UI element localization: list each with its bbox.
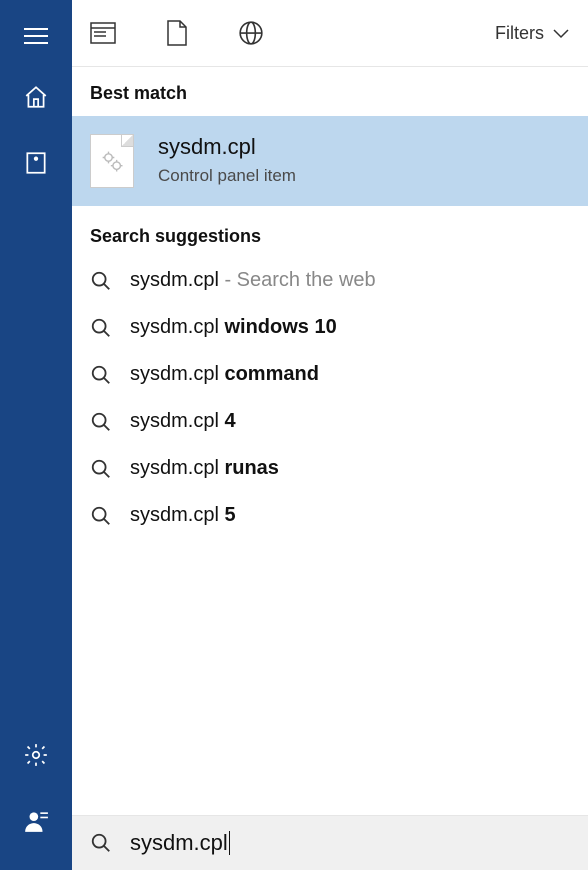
suggestion-item[interactable]: sysdm.cpl runas (72, 445, 588, 492)
suggestion-item[interactable]: sysdm.cpl 5 (72, 492, 588, 539)
tab-web-icon[interactable] (238, 20, 264, 46)
app-icon[interactable] (23, 150, 49, 176)
search-bar: sysdm.cpl (72, 815, 588, 870)
suggestion-item[interactable]: sysdm.cpl command (72, 351, 588, 398)
search-icon (90, 458, 112, 480)
search-input-wrap[interactable]: sysdm.cpl (130, 830, 570, 856)
tab-apps-icon[interactable] (90, 20, 116, 46)
best-match-subtitle: Control panel item (158, 166, 296, 186)
search-icon (90, 411, 112, 433)
suggestions-header: Search suggestions (72, 206, 588, 257)
suggestion-item[interactable]: sysdm.cpl - Search the web (72, 257, 588, 304)
text-caret (229, 831, 230, 855)
sidebar-bottom-group (23, 742, 49, 834)
main-panel: Filters Best match sysdm.cpl Control pan… (72, 0, 588, 870)
gear-icon[interactable] (23, 742, 49, 768)
home-icon[interactable] (23, 84, 49, 110)
suggestion-text: sysdm.cpl 5 (130, 504, 236, 527)
hamburger-icon[interactable] (24, 28, 48, 44)
filters-label: Filters (495, 23, 544, 44)
suggestion-text: sysdm.cpl command (130, 363, 319, 386)
user-icon[interactable] (23, 808, 49, 834)
tab-documents-icon[interactable] (164, 20, 190, 46)
best-match-title: sysdm.cpl (158, 134, 296, 160)
sidebar (0, 0, 72, 870)
suggestion-text: sysdm.cpl runas (130, 457, 279, 480)
search-icon (90, 505, 112, 527)
chevron-down-icon (552, 27, 570, 39)
sidebar-top-group (23, 28, 49, 176)
best-match-header: Best match (72, 67, 588, 116)
top-tabs: Filters (72, 0, 588, 67)
best-match-text: sysdm.cpl Control panel item (158, 134, 296, 186)
search-icon (90, 364, 112, 386)
suggestion-text: sysdm.cpl 4 (130, 410, 236, 433)
suggestion-text: sysdm.cpl - Search the web (130, 269, 376, 292)
control-panel-file-icon (90, 134, 134, 188)
search-icon (90, 270, 112, 292)
search-icon (90, 317, 112, 339)
search-input[interactable]: sysdm.cpl (130, 830, 228, 856)
filters-button[interactable]: Filters (495, 23, 570, 44)
search-icon (90, 831, 112, 855)
suggestion-text: sysdm.cpl windows 10 (130, 316, 337, 339)
suggestions-list: sysdm.cpl - Search the web sysdm.cpl wind… (72, 257, 588, 539)
suggestion-item[interactable]: sysdm.cpl 4 (72, 398, 588, 445)
best-match-item[interactable]: sysdm.cpl Control panel item (72, 116, 588, 206)
suggestion-item[interactable]: sysdm.cpl windows 10 (72, 304, 588, 351)
